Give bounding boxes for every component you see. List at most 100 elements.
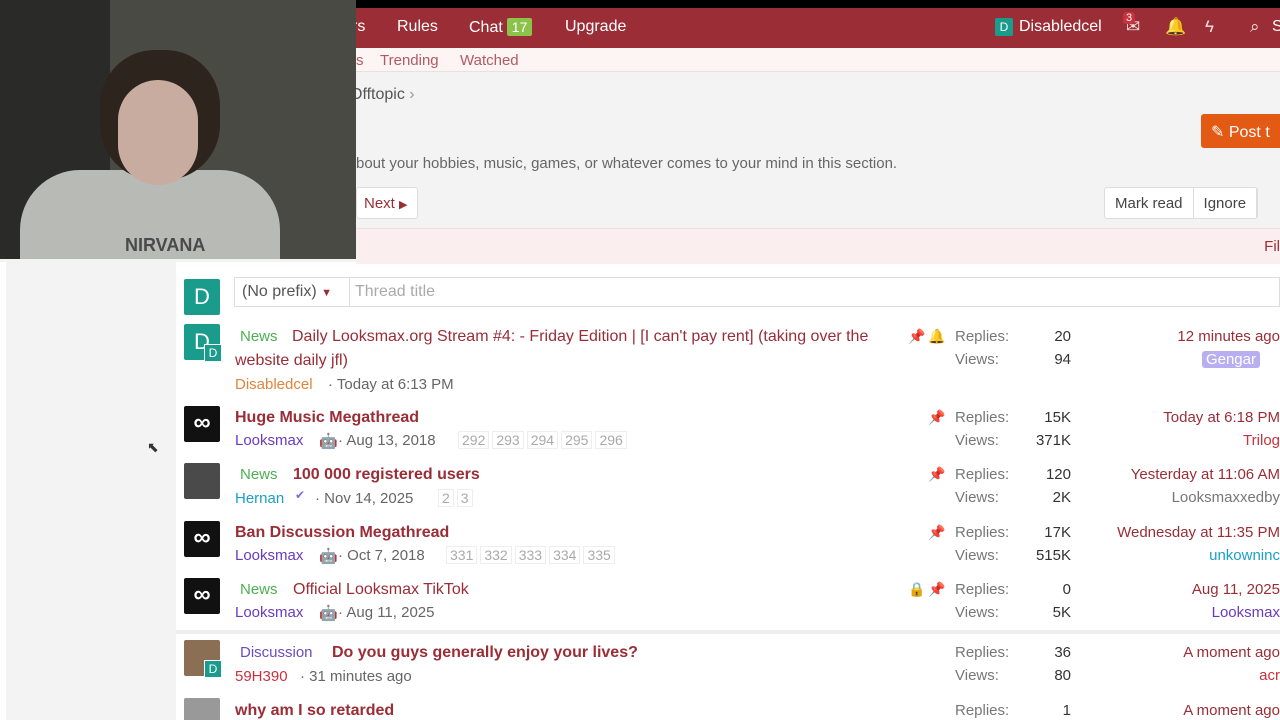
nav-item-chat[interactable]: Chat 17	[469, 18, 533, 37]
page-link[interactable]: 331	[446, 546, 478, 564]
views-label: Views:	[955, 351, 999, 368]
thread-date[interactable]: · Aug 13, 2018	[338, 432, 436, 449]
replies-count: 0	[1062, 581, 1071, 598]
thread-title-input[interactable]	[350, 277, 1280, 307]
page-link[interactable]: 3	[456, 489, 473, 507]
last-post-time[interactable]: 12 minutes ago	[1177, 328, 1280, 345]
page-link[interactable]: 335	[583, 546, 615, 564]
thread-author[interactable]: Disabledcel	[235, 376, 313, 393]
thread-date[interactable]: · Oct 7, 2018	[338, 547, 425, 564]
thread-author[interactable]: Looksmax	[235, 604, 303, 621]
avatar[interactable]: ∞	[184, 406, 220, 442]
thread-title[interactable]: Huge Music Megathread	[235, 409, 419, 427]
bell-icon[interactable]: 🔔	[1165, 17, 1186, 37]
robot-icon: 🤖	[319, 605, 338, 622]
breadcrumb[interactable]: Offtopic ›	[350, 86, 415, 104]
thread-prefix[interactable]: News	[240, 581, 278, 598]
thread-prefix[interactable]: Discussion	[240, 644, 313, 661]
avatar[interactable]: D	[184, 279, 220, 315]
last-post-user[interactable]: Trilog	[1243, 432, 1280, 449]
bell-icon[interactable]: 🔔	[928, 328, 945, 345]
thread-title[interactable]: 100 000 registered users	[293, 466, 480, 484]
avatar[interactable]	[184, 463, 220, 499]
last-post-user[interactable]: unkowninc	[1209, 547, 1280, 564]
thread-title[interactable]: Official Looksmax TikTok	[293, 581, 469, 599]
post-thread-label: Post t	[1228, 124, 1270, 141]
page-link[interactable]: 295	[561, 431, 593, 449]
views-label: Views:	[955, 489, 999, 506]
thread-title[interactable]: Do you guys generally enjoy your lives?	[332, 644, 638, 662]
mark-read-button[interactable]: Mark read	[1105, 188, 1194, 218]
thread-date[interactable]: · Nov 14, 2025	[315, 490, 413, 507]
page-link[interactable]: 333	[514, 546, 547, 564]
last-post-time[interactable]: A moment ago	[1183, 702, 1280, 719]
webcam-person-face	[118, 80, 198, 185]
page-link[interactable]: 293	[492, 431, 524, 449]
page-link[interactable]: 334	[549, 546, 581, 564]
last-post-time[interactable]: Yesterday at 11:06 AM	[1131, 466, 1280, 483]
filters-button[interactable]: Fil	[1264, 238, 1280, 255]
search-label[interactable]: S	[1272, 18, 1280, 36]
mouse-cursor-icon: ⬉	[147, 439, 159, 455]
lightning-icon[interactable]: ϟ	[1205, 17, 1214, 37]
last-post-time[interactable]: Today at 6:18 PM	[1163, 409, 1280, 426]
thread-title-cont[interactable]: website daily jfl)	[235, 352, 348, 370]
breadcrumb-offtopic[interactable]: Offtopic	[350, 86, 405, 103]
page-link[interactable]: 332	[480, 546, 512, 564]
avatar: D	[204, 660, 222, 678]
subnav-item-watched[interactable]: Watched	[460, 52, 519, 69]
ignore-button[interactable]: Ignore	[1194, 188, 1258, 218]
page-link[interactable]: 292	[458, 431, 490, 449]
inbox-count-badge: 3	[1123, 12, 1136, 24]
thread-date[interactable]: · 31 minutes ago	[300, 668, 412, 685]
user-menu[interactable]: D Disabledcel	[995, 18, 1102, 36]
thread-date[interactable]: · Aug 11, 2025	[338, 604, 434, 621]
page-link[interactable]: 2	[438, 489, 454, 507]
thread-author[interactable]: Looksmax	[235, 547, 303, 564]
last-post-time[interactable]: Aug 11, 2025	[1192, 581, 1280, 598]
thread-title[interactable]: Daily Looksmax.org Stream #4: - Friday E…	[292, 328, 868, 346]
prefix-dropdown[interactable]: (No prefix) ▼	[234, 277, 350, 307]
pin-icon: 📌	[908, 328, 926, 344]
thread-prefix[interactable]: News	[240, 328, 278, 345]
avatar[interactable]	[184, 698, 220, 720]
last-post-time[interactable]: Wednesday at 11:35 PM	[1117, 524, 1280, 541]
robot-icon: 🤖	[319, 548, 338, 565]
thread-title[interactable]: Ban Discussion Megathread	[235, 524, 449, 542]
subnav-item-trending[interactable]: Trending	[380, 52, 439, 69]
thread-date[interactable]: · Today at 6:13 PM	[328, 376, 454, 393]
thread-author[interactable]: 59H390	[235, 668, 288, 685]
avatar[interactable]: ∞	[184, 578, 220, 614]
views-count: 80	[1054, 667, 1071, 684]
prefix-dropdown-value: (No prefix)	[242, 283, 317, 300]
last-post-time[interactable]: A moment ago	[1183, 644, 1280, 661]
page-link[interactable]: 296	[595, 431, 627, 449]
last-post-user[interactable]: acr	[1259, 667, 1280, 684]
next-page-button[interactable]: Next ▶	[356, 187, 418, 219]
views-count: 2K	[1052, 489, 1071, 506]
replies-count: 36	[1054, 644, 1071, 661]
replies-count: 15K	[1044, 409, 1071, 426]
post-thread-button[interactable]: ✎ Post t	[1201, 114, 1280, 148]
thread-title[interactable]: why am I so retarded	[235, 702, 394, 720]
thread-author[interactable]: Looksmax	[235, 432, 303, 449]
search-icon[interactable]: ⌕	[1250, 17, 1260, 37]
subnav-item-partial[interactable]: s	[356, 52, 364, 69]
quick-thread-row: D (No prefix) ▼	[176, 266, 1280, 316]
thread-author[interactable]: Hernan	[235, 490, 284, 507]
avatar: D	[204, 344, 222, 362]
thread-prefix[interactable]: News	[240, 466, 278, 483]
avatar[interactable]: ∞	[184, 521, 220, 557]
user-name: Disabledcel	[1019, 18, 1102, 35]
nav-item-upgrade[interactable]: Upgrade	[565, 18, 626, 36]
thread-date-text: Aug 11, 2025	[346, 604, 435, 621]
last-post-user[interactable]: Looksmax	[1212, 604, 1280, 621]
replies-label: Replies:	[955, 581, 1010, 598]
chat-count-badge: 17	[506, 18, 533, 36]
page-link[interactable]: 294	[526, 431, 559, 449]
nav-item-rules[interactable]: Rules	[397, 18, 438, 36]
last-post-user[interactable]: Looksmaxxedby	[1172, 489, 1280, 506]
edit-icon: ✎	[1211, 124, 1225, 141]
last-post-user[interactable]: Gengar	[1201, 351, 1260, 368]
user-avatar: D	[995, 18, 1013, 36]
